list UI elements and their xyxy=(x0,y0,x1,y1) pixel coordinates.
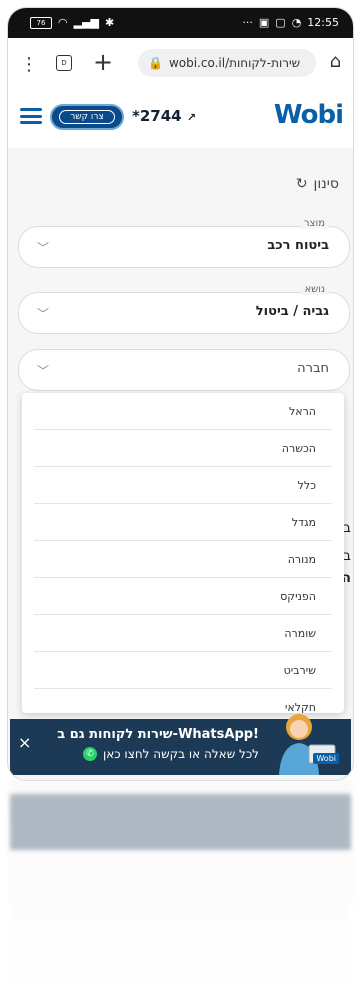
status-bar: 76 ◠ ▂▄▆ ✱ ··· ▣ ▢ ◔ 12:55 xyxy=(8,8,353,38)
message-icon: ▢ xyxy=(275,16,286,29)
notification-icon: ▣ xyxy=(258,16,270,29)
screen: 76 ◠ ▂▄▆ ✱ ··· ▣ ▢ ◔ 12:55 ⋮ D + 🔒 wobi.… xyxy=(0,0,359,990)
more-icon: ··· xyxy=(242,16,253,29)
chevron-down-icon: ﹀ xyxy=(37,241,50,255)
close-icon[interactable]: × xyxy=(18,733,31,752)
topic-select[interactable]: נושא גביה / ביטול ﹀ xyxy=(18,284,350,334)
company-option[interactable]: מגדל xyxy=(34,504,332,541)
whatsapp-title: שירות לקוחות גם ב-WhatsApp! xyxy=(57,727,259,742)
contact-us-label: צרו קשר xyxy=(59,110,115,124)
alarm-icon: ◔ xyxy=(291,16,302,29)
product-value: ביטוח רכב xyxy=(267,238,329,253)
site-header: צרו קשר *2744 ↗ Wobi xyxy=(8,88,353,148)
phone-icon: ↗ xyxy=(186,111,197,124)
battery-icon: 76 xyxy=(30,16,52,29)
signal-icon: ▂▄▆ xyxy=(73,16,99,29)
wifi-icon: ◠ xyxy=(58,16,68,29)
company-dropdown-list: הראל הכשרה כלל מגדל מנורה הפניקס שומרה ש… xyxy=(22,393,344,713)
background-text: ב xyxy=(342,548,351,564)
logo-text: Wobi xyxy=(273,100,344,130)
battery-level: 76 xyxy=(36,18,46,27)
company-option[interactable]: הפניקס xyxy=(34,578,332,615)
product-select[interactable]: מוצר ביטוח רכב ﹀ xyxy=(18,218,350,268)
chevron-down-icon: ﹀ xyxy=(37,307,50,321)
whatsapp-icon: ✆ xyxy=(82,747,97,761)
hamburger-menu-icon[interactable] xyxy=(20,108,42,124)
contact-us-button[interactable]: צרו קשר xyxy=(50,104,124,130)
wobi-logo[interactable]: Wobi xyxy=(273,100,344,130)
company-option[interactable]: מנורה xyxy=(34,541,332,578)
product-label: מוצר xyxy=(299,218,329,229)
status-time: 12:55 xyxy=(307,16,339,29)
company-option[interactable]: שירביט xyxy=(34,652,332,689)
company-option[interactable]: כלל xyxy=(34,467,332,504)
support-agent-avatar-icon xyxy=(279,714,336,775)
filter-title-text: סינון xyxy=(313,176,339,192)
company-option[interactable]: הראל xyxy=(34,393,332,430)
company-option[interactable]: שומרה xyxy=(34,615,332,652)
tabs-icon[interactable]: D xyxy=(56,55,72,71)
topic-label: נושא xyxy=(300,284,329,295)
phone-number-link[interactable]: *2744 ↗ xyxy=(132,107,196,125)
status-right: ··· ▣ ▢ ◔ 12:55 xyxy=(242,16,339,29)
menu-dots-icon[interactable]: ⋮ xyxy=(20,54,38,75)
reflection xyxy=(8,780,353,990)
url-text: wobi.co.il/שירות-לקוחות xyxy=(168,56,301,70)
company-placeholder: חברה xyxy=(297,361,329,376)
phone-viewport: 76 ◠ ▂▄▆ ✱ ··· ▣ ▢ ◔ 12:55 ⋮ D + 🔒 wobi.… xyxy=(8,8,353,780)
status-left: 76 ◠ ▂▄▆ ✱ xyxy=(30,16,114,29)
topic-value: גביה / ביטול xyxy=(255,304,329,319)
company-select[interactable]: חברה ﹀ xyxy=(18,349,350,391)
whatsapp-subtitle: לכל שאלה או בקשה לחצו כאן xyxy=(102,747,259,761)
chevron-down-icon: ﹀ xyxy=(37,364,50,378)
whatsapp-subtitle-row: ✆ לכל שאלה או בקשה לחצו כאן xyxy=(82,747,259,761)
whatsapp-banner[interactable]: × שירות לקוחות גם ב-WhatsApp! ✆ לכל שאלה… xyxy=(10,714,351,775)
lock-icon: 🔒 xyxy=(148,56,163,70)
address-bar[interactable]: 🔒 wobi.co.il/שירות-לקוחות xyxy=(138,49,316,77)
background-text: ב xyxy=(342,520,351,536)
reflection-banner xyxy=(10,794,351,850)
wobi-badge: Wobi xyxy=(313,753,339,764)
home-icon[interactable]: ⌂ xyxy=(330,51,341,72)
bluetooth-icon: ✱ xyxy=(105,16,115,29)
company-option[interactable]: הכשרה xyxy=(34,430,332,467)
reset-icon[interactable]: ↻ xyxy=(296,176,308,192)
new-tab-icon[interactable]: + xyxy=(93,48,113,76)
browser-toolbar: ⋮ D + 🔒 wobi.co.il/שירות-לקוחות ⌂ xyxy=(8,38,353,89)
filter-title: ↻ סינון xyxy=(296,176,339,192)
phone-number-text: *2744 xyxy=(132,107,182,125)
